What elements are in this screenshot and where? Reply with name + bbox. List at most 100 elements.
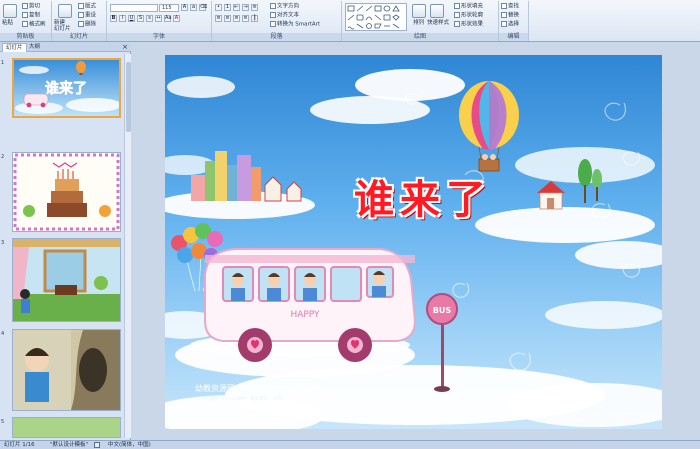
- thumbnail-2-image: [13, 153, 120, 231]
- slide-number: 1: [1, 60, 5, 66]
- slide-editor: HAPPY BUS 谁来了 幼教资源网 ziyuan.baby611.com P…: [131, 42, 700, 440]
- quick-styles-button[interactable]: 快速样式: [427, 20, 449, 27]
- line-spacing-icon[interactable]: ≡: [251, 4, 258, 11]
- shape-outline-button[interactable]: 形状轮廓: [454, 12, 483, 20]
- align-right-icon[interactable]: ≡: [233, 15, 240, 22]
- bus-label: HAPPY: [290, 310, 320, 320]
- scissors-icon: [22, 3, 28, 9]
- watermark-text: 幼教资源网 ziyuan.baby611.com: [195, 384, 321, 393]
- layout-button[interactable]: 版式: [78, 3, 96, 11]
- slide-thumbnail-3[interactable]: [12, 238, 121, 322]
- spell-check-icon[interactable]: [94, 442, 100, 448]
- thumbnail-scrollbar[interactable]: [124, 54, 131, 438]
- clipboard-group: 粘贴 剪切 复制 格式刷 剪贴板: [0, 1, 52, 41]
- pane-tabs: 幻灯片 大纲 ×: [0, 42, 131, 52]
- quick-styles-icon[interactable]: [430, 4, 444, 18]
- font-group-label: 字体: [107, 33, 211, 41]
- shapes-gallery[interactable]: [345, 3, 407, 31]
- slide-thumbnail-4[interactable]: [12, 329, 121, 411]
- underline-icon[interactable]: U: [128, 15, 135, 22]
- align-center-icon[interactable]: ≡: [224, 15, 231, 22]
- change-case-icon[interactable]: Aa: [164, 15, 171, 22]
- clipboard-group-label: 剪贴板: [0, 33, 51, 41]
- shadow-icon[interactable]: s: [146, 15, 153, 22]
- new-slide-icon[interactable]: [58, 4, 72, 18]
- font-size-combo[interactable]: 115: [159, 4, 179, 12]
- grow-font-icon[interactable]: A: [181, 4, 188, 11]
- bus-stop-label: BUS: [433, 306, 452, 315]
- decrease-indent-icon[interactable]: ⇤: [233, 4, 240, 11]
- align-text-icon: [270, 12, 276, 18]
- smartart-button[interactable]: 转换为 SmartArt: [270, 21, 320, 29]
- italic-icon[interactable]: I: [119, 15, 126, 22]
- align-left-icon[interactable]: ≡: [215, 15, 222, 22]
- effects-icon: [454, 21, 460, 27]
- close-icon[interactable]: ×: [122, 43, 128, 51]
- tab-slides[interactable]: 幻灯片: [2, 43, 27, 52]
- clear-format-icon[interactable]: ⌫: [199, 4, 207, 11]
- slide-canvas[interactable]: HAPPY BUS 谁来了 幼教资源网 ziyuan.baby611.com P…: [165, 55, 662, 429]
- slide-position: 幻灯片 1/16: [4, 442, 35, 448]
- paragraph-group-label: 段落: [212, 33, 341, 41]
- tab-outline[interactable]: 大纲: [26, 43, 43, 52]
- editing-group: 查找 替换 选择 编辑: [499, 1, 529, 41]
- brush-icon: [22, 21, 28, 27]
- char-spacing-icon[interactable]: ↔: [155, 15, 162, 22]
- bus-icon: HAPPY: [190, 248, 417, 362]
- columns-icon[interactable]: ║: [251, 15, 258, 22]
- bullets-icon[interactable]: •: [215, 4, 222, 11]
- watermark-subtext: PPT课件 · FLASH课件 · 教案教参 · 试卷: [201, 397, 282, 402]
- justify-icon[interactable]: ≡: [242, 15, 249, 22]
- slide-thumbnail-1[interactable]: 谁来了: [12, 58, 121, 118]
- cut-button[interactable]: 剪切: [22, 3, 40, 11]
- select-button[interactable]: 选择: [501, 21, 519, 29]
- status-bar: 幻灯片 1/16 "默认设计模板" 中文(简体，中国): [0, 440, 700, 449]
- binoculars-icon: [501, 3, 507, 9]
- new-slide-button[interactable]: 新建 幻灯片: [54, 20, 71, 32]
- numbering-icon[interactable]: 1: [224, 4, 231, 11]
- paste-button[interactable]: 粘贴: [2, 20, 13, 27]
- arrange-button[interactable]: 排列: [413, 20, 424, 27]
- text-direction-icon: [270, 3, 276, 9]
- increase-indent-icon[interactable]: ⇥: [242, 4, 249, 11]
- font-group: 115 A a ⌫ B I U S s ↔ Aa A 字体: [107, 1, 212, 41]
- copy-icon: [22, 12, 28, 18]
- thumbnail-4-image: [13, 330, 120, 410]
- paste-icon[interactable]: [3, 4, 17, 18]
- slides-group-label: 幻灯片: [52, 33, 106, 41]
- text-direction-button[interactable]: 文字方向: [270, 3, 299, 11]
- thumbnail-1-image: 谁来了: [14, 60, 119, 116]
- delete-slide-button[interactable]: 删除: [78, 21, 96, 29]
- bold-icon[interactable]: B: [110, 15, 117, 22]
- ribbon: 粘贴 剪切 复制 格式刷 剪贴板 新建 幻灯片 版式 重设 删除 幻灯片 115…: [0, 0, 700, 42]
- align-text-button[interactable]: 对齐文本: [270, 12, 299, 20]
- paragraph-group: • 1 ⇤ ⇥ ≡ ≡ ≡ ≡ ≡ ║ 文字方向 对齐文本 转换为 SmartA…: [212, 1, 342, 41]
- font-color-icon[interactable]: A: [173, 15, 180, 22]
- slide-title[interactable]: 谁来了: [303, 167, 543, 225]
- replace-button[interactable]: 替换: [501, 12, 519, 20]
- thumbnail-3-image: [13, 239, 120, 321]
- strikethrough-icon[interactable]: S: [137, 15, 144, 22]
- shrink-font-icon[interactable]: a: [190, 4, 197, 11]
- reset-icon: [78, 12, 84, 18]
- smartart-icon: [270, 21, 276, 27]
- language-indicator[interactable]: 中文(简体，中国): [108, 441, 151, 449]
- editing-group-label: 编辑: [499, 33, 528, 41]
- slide-number: 3: [1, 240, 5, 246]
- shapes-gallery-icon: [347, 5, 400, 30]
- slide-thumbnail-5[interactable]: [12, 417, 121, 438]
- theme-name: "默认设计模板": [50, 442, 89, 448]
- drawing-group: 排列 快速样式 形状填充 形状轮廓 形状效果 绘图: [342, 1, 499, 41]
- find-button[interactable]: 查找: [501, 3, 519, 11]
- font-name-combo[interactable]: [110, 4, 158, 12]
- format-painter-button[interactable]: 格式刷: [22, 21, 46, 29]
- copy-button[interactable]: 复制: [22, 12, 40, 20]
- slide-background: HAPPY BUS: [165, 69, 662, 429]
- shape-fill-button[interactable]: 形状填充: [454, 3, 483, 11]
- slide-thumbnail-2[interactable]: [12, 152, 121, 232]
- slide-number: 5: [1, 419, 5, 425]
- shape-effects-button[interactable]: 形状效果: [454, 21, 483, 29]
- hot-air-balloon-icon: [459, 81, 519, 172]
- reset-button[interactable]: 重设: [78, 12, 96, 20]
- arrange-icon[interactable]: [412, 4, 426, 18]
